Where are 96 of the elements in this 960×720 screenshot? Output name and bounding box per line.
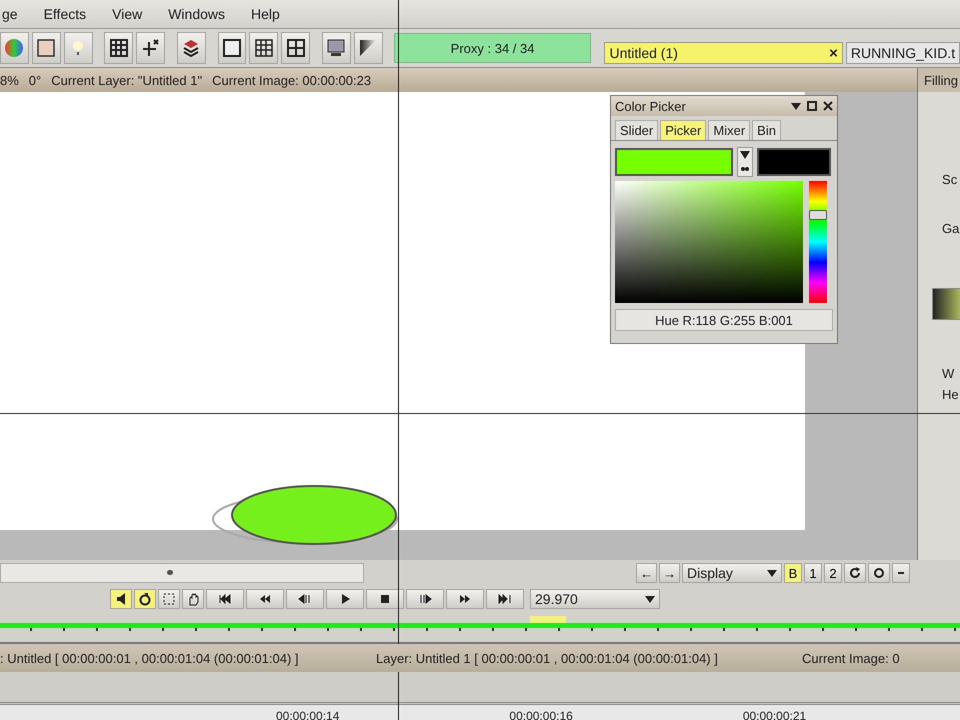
- saturation-field[interactable]: [615, 181, 803, 303]
- loop-icon: [138, 592, 152, 606]
- status-text: Layer: Untitled 1 [ 00:00:00:01 , 00:00:01:04 (00:00:01:04) ]: [376, 650, 719, 666]
- transport-button[interactable]: [326, 589, 364, 609]
- field-label: W: [941, 366, 956, 381]
- center-button[interactable]: [868, 563, 890, 583]
- toolbar-button[interactable]: [218, 32, 246, 64]
- info-text: Current Image: 00:00:00:23: [212, 72, 372, 88]
- info-text: 0°: [28, 72, 42, 88]
- transport-button[interactable]: [246, 589, 284, 609]
- toolbar-button[interactable]: [104, 32, 134, 64]
- proxy-indicator: Proxy : 34 / 34: [394, 33, 592, 63]
- minus-icon: [898, 572, 904, 574]
- refresh-icon: [848, 566, 862, 580]
- toolbar-button[interactable]: [136, 32, 166, 64]
- field-label: He: [941, 387, 960, 402]
- step-forward-icon: [418, 592, 432, 606]
- skip-end-icon: [498, 592, 512, 606]
- view-button[interactable]: 1: [804, 563, 822, 583]
- scrollbar[interactable]: [0, 563, 364, 583]
- view-button[interactable]: 2: [824, 563, 842, 583]
- panel-title: Color Picker: [615, 98, 686, 114]
- document-tab[interactable]: RUNNING_KID.t: [846, 42, 960, 64]
- skip-start-icon: [218, 592, 232, 606]
- rewind-icon: [258, 592, 272, 606]
- mode-button[interactable]: [110, 589, 132, 609]
- mode-button[interactable]: [158, 589, 180, 609]
- ruler-label: 00:00:00:16: [509, 709, 573, 720]
- step-back-icon: [298, 592, 312, 606]
- picker-tab[interactable]: Slider: [615, 120, 658, 140]
- caret-icon: [767, 570, 777, 576]
- fps-dropdown[interactable]: 29.970: [530, 589, 660, 609]
- menu-item[interactable]: View: [110, 4, 144, 24]
- view-button[interactable]: B: [784, 563, 802, 583]
- swap-button[interactable]: [737, 147, 753, 177]
- close-icon[interactable]: ×: [829, 44, 838, 62]
- toolbar-button[interactable]: [322, 32, 351, 64]
- grid-icon: [108, 37, 130, 59]
- ruler-label: 00:00:00:21: [742, 709, 806, 720]
- picker-tab[interactable]: Mixer: [708, 120, 750, 140]
- menu-item[interactable]: Windows: [166, 4, 228, 24]
- ruler-label: 00:00:00:14: [276, 709, 340, 720]
- transport-button[interactable]: [206, 589, 244, 609]
- background-swatch[interactable]: [757, 148, 831, 176]
- mode-button[interactable]: [134, 589, 156, 609]
- minus-button[interactable]: [892, 563, 910, 583]
- toolbar-button[interactable]: [354, 32, 383, 64]
- toolbar-button[interactable]: [281, 32, 310, 64]
- speaker-icon: [114, 592, 128, 606]
- transport-button[interactable]: [366, 589, 404, 609]
- stop-icon: [378, 592, 392, 606]
- field-label: Sc: [941, 172, 958, 187]
- caret-icon: [740, 151, 750, 159]
- toolbar-button[interactable]: [32, 32, 61, 64]
- dots-icon: [740, 165, 750, 173]
- foreground-swatch[interactable]: [615, 148, 733, 176]
- float-icon[interactable]: [807, 101, 817, 111]
- panel-title: Filling: [918, 68, 960, 92]
- target-icon: [872, 566, 886, 580]
- status-text: Current Image: 0: [802, 650, 900, 666]
- color-readout: Hue R:118 G:255 B:001: [615, 309, 833, 331]
- monitor-icon: [325, 37, 348, 59]
- mode-button[interactable]: [182, 589, 204, 609]
- hue-slider[interactable]: [809, 181, 827, 303]
- refresh-button[interactable]: [844, 563, 866, 583]
- layout-icon: [284, 37, 307, 59]
- info-text: Current Layer: "Untitled 1": [51, 72, 202, 88]
- color-wheel-icon: [3, 37, 26, 59]
- transport-button[interactable]: [286, 589, 324, 609]
- close-icon[interactable]: [823, 101, 833, 111]
- picker-tab[interactable]: Bin: [752, 120, 781, 140]
- grid-icon: [252, 37, 275, 59]
- transport-button[interactable]: [486, 589, 524, 609]
- arrow-button[interactable]: →: [659, 563, 680, 583]
- caret-icon: [645, 596, 655, 602]
- slider-thumb[interactable]: [809, 210, 827, 220]
- frame-icon: [220, 37, 243, 59]
- swatch-square-icon: [35, 37, 58, 59]
- fast-forward-icon: [458, 592, 472, 606]
- field-label: Ga: [941, 221, 960, 236]
- picker-tab[interactable]: Picker: [660, 120, 706, 140]
- arrow-button[interactable]: ←: [636, 563, 657, 583]
- tab-label: Untitled (1): [609, 45, 678, 61]
- display-dropdown[interactable]: Display: [682, 563, 782, 583]
- document-tab[interactable]: Untitled (1) ×: [604, 42, 843, 64]
- selection-icon: [162, 592, 176, 606]
- menu-item[interactable]: Effects: [42, 4, 88, 24]
- menu-item[interactable]: Help: [249, 4, 282, 24]
- dropdown-icon[interactable]: [791, 102, 801, 110]
- toolbar-button[interactable]: [176, 32, 206, 64]
- menu-item[interactable]: ge: [0, 4, 20, 24]
- transport-button[interactable]: [406, 589, 444, 609]
- transport-button[interactable]: [446, 589, 484, 609]
- info-text: 8%: [0, 72, 19, 88]
- toolbar-button[interactable]: [249, 32, 278, 64]
- status-text: : Untitled [ 00:00:00:01 , 00:00:01:04 (00:00:01:04) ]: [0, 650, 300, 666]
